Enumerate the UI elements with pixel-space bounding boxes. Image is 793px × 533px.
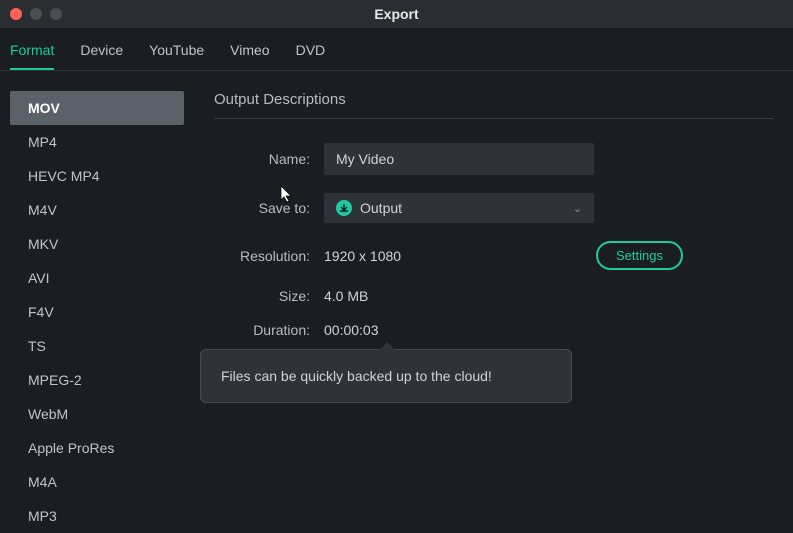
format-mov[interactable]: MOV bbox=[10, 91, 184, 125]
size-value: 4.0 MB bbox=[324, 288, 368, 304]
tooltip-text: Files can be quickly backed up to the cl… bbox=[221, 368, 492, 384]
section-title: Output Descriptions bbox=[214, 91, 773, 119]
resolution-label: Resolution: bbox=[214, 248, 324, 264]
format-ts[interactable]: TS bbox=[10, 329, 184, 363]
format-m4v[interactable]: M4V bbox=[10, 193, 184, 227]
tab-format[interactable]: Format bbox=[10, 42, 54, 70]
format-f4v[interactable]: F4V bbox=[10, 295, 184, 329]
format-mpeg2[interactable]: MPEG-2 bbox=[10, 363, 184, 397]
saveto-select[interactable]: Output ⌄ bbox=[324, 193, 594, 223]
duration-value: 00:00:03 bbox=[324, 322, 379, 338]
format-mkv[interactable]: MKV bbox=[10, 227, 184, 261]
saveto-label: Save to: bbox=[214, 200, 324, 216]
tab-youtube[interactable]: YouTube bbox=[149, 42, 204, 70]
name-input[interactable] bbox=[324, 143, 594, 175]
format-avi[interactable]: AVI bbox=[10, 261, 184, 295]
format-mp3[interactable]: MP3 bbox=[10, 499, 184, 533]
name-label: Name: bbox=[214, 151, 324, 167]
format-m4a[interactable]: M4A bbox=[10, 465, 184, 499]
window-controls bbox=[10, 8, 62, 20]
output-panel: Output Descriptions Name: Save to: Outpu… bbox=[194, 71, 793, 518]
titlebar: Export bbox=[0, 0, 793, 28]
format-webm[interactable]: WebM bbox=[10, 397, 184, 431]
size-label: Size: bbox=[214, 288, 324, 304]
format-mp4[interactable]: MP4 bbox=[10, 125, 184, 159]
disk-icon bbox=[336, 200, 352, 216]
cloud-tooltip: Files can be quickly backed up to the cl… bbox=[200, 349, 572, 403]
resolution-value: 1920 x 1080 bbox=[324, 248, 401, 264]
tab-vimeo[interactable]: Vimeo bbox=[230, 42, 269, 70]
duration-label: Duration: bbox=[214, 322, 324, 338]
tab-device[interactable]: Device bbox=[80, 42, 123, 70]
close-window-button[interactable] bbox=[10, 8, 22, 20]
minimize-window-button[interactable] bbox=[30, 8, 42, 20]
settings-button[interactable]: Settings bbox=[596, 241, 683, 270]
window-title: Export bbox=[374, 6, 418, 22]
format-hevc-mp4[interactable]: HEVC MP4 bbox=[10, 159, 184, 193]
format-apple-prores[interactable]: Apple ProRes bbox=[10, 431, 184, 465]
saveto-value: Output bbox=[360, 200, 573, 216]
maximize-window-button[interactable] bbox=[50, 8, 62, 20]
tab-dvd[interactable]: DVD bbox=[296, 42, 326, 70]
format-sidebar: MOV MP4 HEVC MP4 M4V MKV AVI F4V TS MPEG… bbox=[0, 71, 194, 518]
chevron-down-icon: ⌄ bbox=[573, 202, 582, 215]
export-tabs: Format Device YouTube Vimeo DVD bbox=[0, 28, 793, 71]
